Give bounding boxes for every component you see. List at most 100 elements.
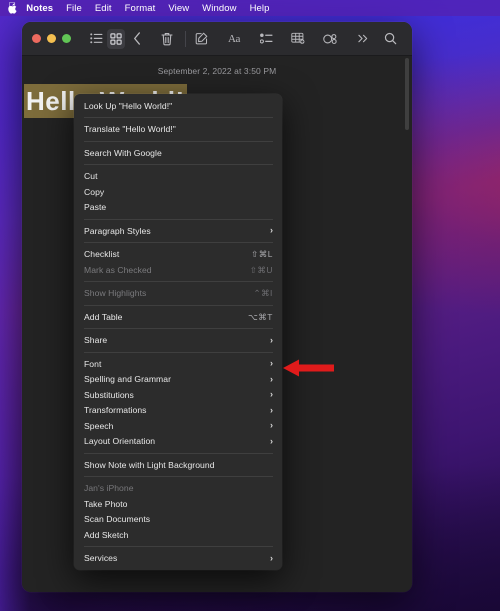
menu-item-label: Speech [84, 420, 114, 431]
menu-item-shortcut: ⇧⌘U [249, 264, 273, 275]
compose-note-icon[interactable] [193, 29, 211, 49]
menu-separator [84, 328, 273, 329]
menu-item-label: Layout Orientation [84, 436, 156, 447]
menu-item-notes[interactable]: Notes [26, 3, 53, 14]
menu-separator [84, 140, 273, 142]
menu-item-label: Cut [84, 171, 98, 182]
menu-item-help[interactable]: Help [250, 3, 270, 14]
menu-separator [84, 218, 273, 220]
menu-item-label: Add Sketch [84, 529, 129, 540]
menu-item-spelling-and-grammar[interactable]: Spelling and Grammar › [74, 372, 282, 388]
menu-separator [84, 546, 273, 547]
menu-item-mark-as-checked: Mark as Checked ⇧⌘U [74, 262, 282, 278]
menu-item-label: Transformations [84, 405, 147, 416]
menu-item-label: Substitutions [84, 389, 134, 400]
menu-section-jans-iphone: Jan's iPhone [74, 481, 282, 497]
menu-item-show-highlights: Show Highlights ⌃⌘I [74, 286, 282, 302]
menu-item-show-note-with-light-background[interactable]: Show Note with Light Background [74, 457, 282, 473]
menu-item-paste[interactable]: Paste [74, 200, 282, 216]
menu-item-paragraph-styles[interactable]: Paragraph Styles › [74, 223, 282, 239]
menu-item-label: Copy [84, 186, 105, 197]
menu-item-edit[interactable]: Edit [95, 3, 112, 14]
menu-item-label: Look Up "Hello World!" [84, 100, 173, 111]
menu-item-label: Jan's iPhone [84, 483, 134, 494]
menu-item-label: Spelling and Grammar [84, 374, 171, 385]
menu-item-label: Paragraph Styles [84, 225, 151, 236]
menu-item-shortcut: ⌥⌘T [248, 311, 273, 322]
menu-item-substitutions[interactable]: Substitutions › [74, 387, 282, 403]
menu-item-add-sketch[interactable]: Add Sketch [74, 527, 282, 543]
menu-item-search-with-google[interactable]: Search With Google [74, 145, 282, 161]
menu-item-label: Add Table [84, 311, 123, 322]
submenu-chevron-icon: › [269, 389, 273, 400]
menu-item-copy[interactable]: Copy [74, 184, 282, 200]
search-icon[interactable] [382, 29, 400, 49]
menu-item-translate-hello-world[interactable]: Translate "Hello World!" [74, 122, 282, 138]
share-collaborate-icon[interactable] [321, 29, 339, 49]
note-scrollbar[interactable] [405, 58, 409, 130]
zoom-button[interactable] [62, 34, 71, 43]
menu-item-services[interactable]: Services › [74, 551, 282, 567]
menu-item-scan-documents[interactable]: Scan Documents [74, 512, 282, 528]
menu-item-label: Mark as Checked [84, 264, 152, 275]
submenu-chevron-icon: › [269, 435, 273, 446]
menu-item-speech[interactable]: Speech › [74, 418, 282, 434]
list-view-icon[interactable] [87, 29, 105, 49]
menu-item-transformations[interactable]: Transformations › [74, 403, 282, 419]
more-toolbar-icon[interactable] [354, 29, 372, 49]
menu-separator [84, 117, 273, 118]
apple-logo-icon[interactable]: ​ [8, 1, 17, 14]
menu-item-format[interactable]: Format [125, 3, 156, 14]
toolbar-divider [184, 30, 186, 47]
submenu-chevron-icon: › [269, 373, 273, 384]
menu-separator [84, 281, 273, 282]
menu-item-file[interactable]: File [66, 3, 82, 14]
menu-separator [84, 164, 273, 165]
menu-item-label: Show Note with Light Background [84, 459, 215, 470]
menu-separator [84, 476, 273, 477]
menu-item-add-table[interactable]: Add Table ⌥⌘T [74, 309, 282, 325]
menu-bar: ​ Notes File Edit Format View Window He… [0, 0, 500, 16]
format-text-icon[interactable]: Aa [225, 29, 243, 49]
traffic-lights [32, 34, 71, 43]
menu-separator [84, 242, 273, 243]
menu-item-take-photo[interactable]: Take Photo [74, 496, 282, 512]
menu-item-layout-orientation[interactable]: Layout Orientation › [74, 434, 282, 450]
menu-item-view[interactable]: View [168, 3, 189, 14]
submenu-chevron-icon: › [269, 420, 273, 431]
menu-separator [84, 304, 273, 306]
menu-item-label: Checklist [84, 249, 120, 260]
desktop: ​ Notes File Edit Format View Window He… [0, 0, 500, 611]
menu-item-label: Show Highlights [84, 288, 147, 299]
note-timestamp: September 2, 2022 at 3:50 PM [157, 66, 277, 76]
menu-item-shortcut: ⇧⌘L [251, 249, 273, 260]
menu-item-share[interactable]: Share › [74, 333, 282, 349]
submenu-chevron-icon: › [269, 358, 273, 369]
submenu-chevron-icon: › [269, 404, 273, 415]
menu-item-font[interactable]: Font › [74, 356, 282, 372]
submenu-chevron-icon: › [269, 225, 273, 236]
menu-item-checklist[interactable]: Checklist ⇧⌘L [74, 247, 282, 263]
menu-separator [84, 452, 273, 454]
menu-item-label: Search With Google [84, 147, 162, 158]
menu-item-label: Translate "Hello World!" [84, 124, 176, 135]
menu-item-label: Share [84, 335, 108, 346]
delete-note-icon[interactable] [158, 29, 176, 49]
menu-item-label: Scan Documents [84, 514, 151, 525]
menu-item-window[interactable]: Window [202, 3, 236, 14]
back-chevron-icon[interactable] [127, 29, 145, 49]
menu-item-label: Take Photo [84, 498, 128, 509]
menu-item-look-up-hello-world[interactable]: Look Up "Hello World!" [74, 98, 282, 114]
add-table-icon[interactable] [289, 29, 307, 49]
minimize-button[interactable] [47, 34, 56, 43]
menu-item-label: Font [84, 358, 102, 369]
menu-separator [84, 351, 273, 353]
submenu-chevron-icon: › [269, 334, 273, 345]
close-button[interactable] [32, 34, 41, 43]
menu-item-label: Paste [84, 202, 107, 213]
checklist-icon[interactable] [257, 29, 275, 49]
menu-item-cut[interactable]: Cut [74, 169, 282, 185]
window-toolbar: Aa [22, 22, 412, 56]
submenu-chevron-icon: › [269, 552, 273, 563]
gallery-view-icon[interactable] [107, 28, 126, 49]
